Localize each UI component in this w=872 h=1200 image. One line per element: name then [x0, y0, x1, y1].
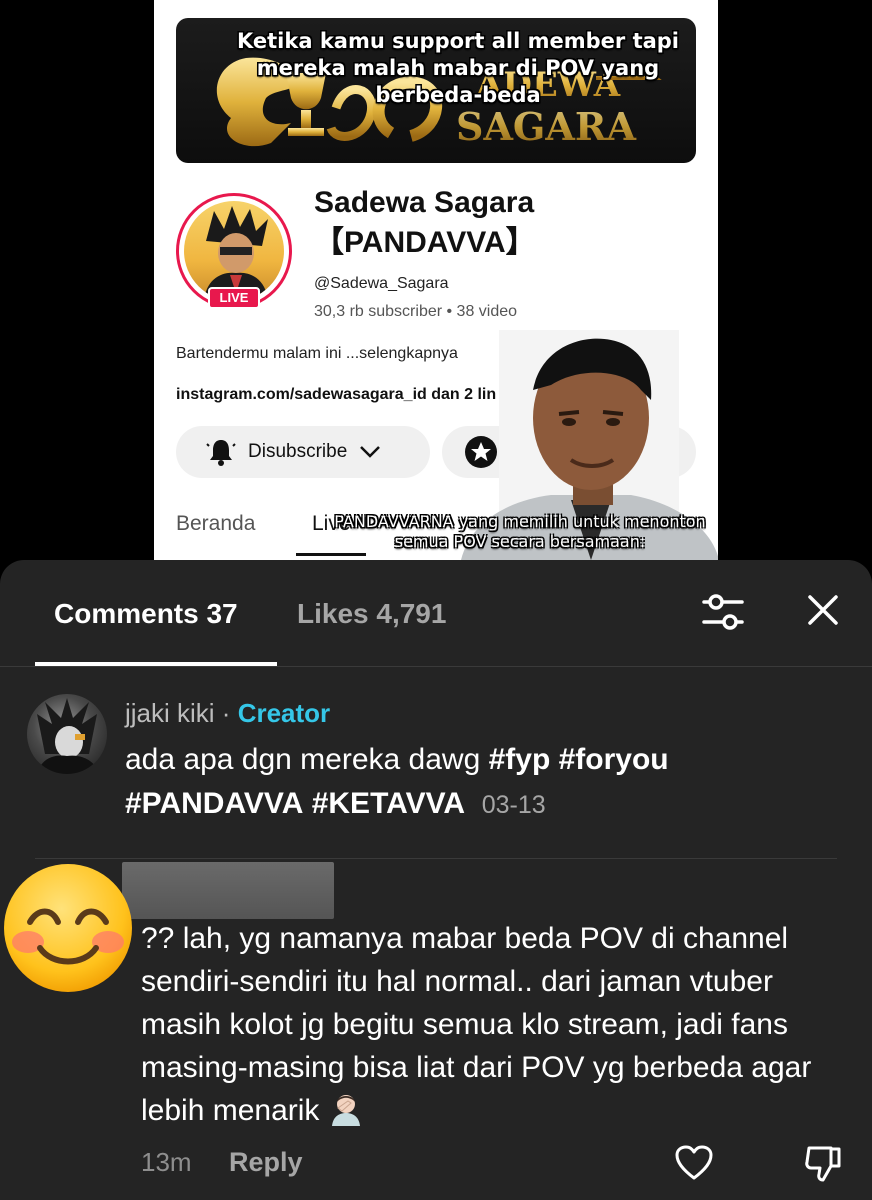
- tab-likes[interactable]: Likes 4,791: [297, 598, 446, 630]
- reply-button[interactable]: Reply: [229, 1147, 303, 1178]
- tab-home[interactable]: Beranda: [176, 512, 255, 536]
- hashtag[interactable]: #PANDAVVA: [125, 787, 303, 820]
- separator: ·: [214, 698, 238, 728]
- comment-text: ada apa dgn mereka dawg #fyp #foryou #PA…: [125, 738, 825, 827]
- filter-sliders-icon[interactable]: [700, 590, 746, 634]
- comment-timestamp: 03-13: [481, 791, 546, 819]
- close-icon[interactable]: [803, 590, 843, 630]
- hashtag[interactable]: #foryou: [559, 743, 669, 776]
- video-caption-top: Ketika kamu support all member tapi mere…: [236, 29, 680, 107]
- svg-text:SAGARA: SAGARA: [456, 104, 636, 149]
- comments-panel: Comments 37 Likes 4,791 jjaki kiki · Cre…: [0, 560, 872, 1200]
- hashtag[interactable]: #KETAVVA: [312, 787, 465, 820]
- person-facepalming-emoji-icon: [331, 1095, 360, 1126]
- chevron-down-icon: [360, 446, 381, 458]
- active-tab-indicator: [296, 553, 366, 556]
- divider: [0, 666, 872, 667]
- username[interactable]: jjaki kiki: [125, 698, 215, 728]
- redacted-username: [122, 862, 334, 919]
- tab-comments[interactable]: Comments 37: [54, 598, 238, 630]
- heart-icon[interactable]: [674, 1144, 714, 1182]
- smiling-face-emoji-icon: [4, 864, 132, 992]
- avatar-image: [184, 201, 284, 301]
- channel-stats: 30,3 rb subscriber • 38 video: [314, 303, 518, 320]
- comment-body: ?? lah, yg namanya mabar beda POV di cha…: [141, 922, 812, 1127]
- unsubscribe-button[interactable]: Disubscribe: [176, 426, 430, 478]
- comment-text: ?? lah, yg namanya mabar beda POV di cha…: [141, 917, 851, 1132]
- bell-icon: [206, 440, 236, 466]
- channel-name: Sadewa Sagara: [314, 186, 535, 219]
- unsubscribe-label: Disubscribe: [248, 441, 348, 462]
- channel-banner: ADEWA SAGARA Ketika kamu support all mem…: [176, 18, 696, 163]
- channel-link[interactable]: instagram.com/sadewasagara_id dan 2 lin: [176, 386, 496, 404]
- channel-description[interactable]: Bartendermu malam ini ...selengkapnya: [176, 345, 458, 363]
- comment-timestamp: 13m: [141, 1147, 192, 1177]
- creator-badge: Creator: [237, 698, 331, 728]
- hashtag[interactable]: #fyp: [489, 743, 551, 776]
- video-caption-bottom: PANDAVVARNA yang memilih untuk menonton …: [334, 512, 706, 551]
- video-player[interactable]: ADEWA SAGARA Ketika kamu support all mem…: [154, 0, 718, 560]
- comment-author[interactable]: jjaki kiki · Creator: [125, 698, 330, 729]
- thumbs-down-icon[interactable]: [803, 1144, 843, 1184]
- anime-avatar-icon: [37, 698, 99, 774]
- channel-handle: @Sadewa_Sagara: [314, 275, 449, 292]
- channel-tag: 【PANDAVVA】: [314, 226, 536, 259]
- divider: [35, 858, 837, 859]
- live-badge: LIVE: [208, 287, 260, 309]
- comment-avatar[interactable]: [27, 694, 107, 774]
- comment-body: ada apa dgn mereka dawg: [125, 743, 489, 776]
- vtuber-avatar-icon: [204, 206, 268, 301]
